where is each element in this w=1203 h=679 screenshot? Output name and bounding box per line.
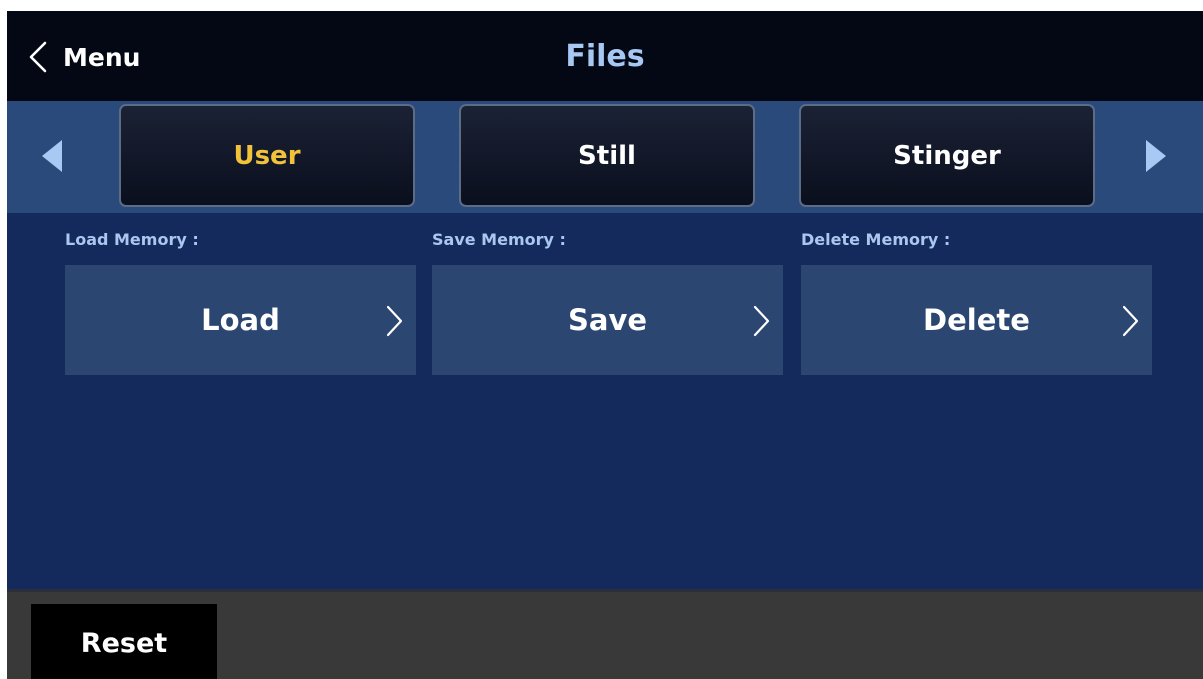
delete-button[interactable]: Delete [801,265,1152,375]
next-tab-button[interactable] [1134,134,1174,178]
delete-memory-label: Delete Memory : [801,230,951,249]
footer-bar: Reset [7,589,1203,679]
chevron-right-icon [1120,303,1140,339]
reset-button[interactable]: Reset [31,604,217,679]
chevron-right-icon [751,303,771,339]
tab-user[interactable]: User [119,104,415,207]
previous-tab-button[interactable] [32,134,72,178]
tab-still[interactable]: Still [459,104,755,207]
files-screen: Menu Files User Still Stinger Load Memor… [7,11,1203,679]
header-bar: Menu Files [7,11,1203,101]
load-button[interactable]: Load [65,265,416,375]
load-memory-label: Load Memory : [65,230,199,249]
triangle-left-icon [42,140,62,172]
tab-stinger[interactable]: Stinger [799,104,1095,207]
save-button[interactable]: Save [432,265,783,375]
save-button-label: Save [567,303,648,337]
triangle-right-icon [1146,140,1166,172]
save-memory-label: Save Memory : [432,230,566,249]
category-tab-bar: User Still Stinger [7,101,1203,213]
page-title: Files [565,39,645,74]
chevron-right-icon [384,303,404,339]
load-button-label: Load [201,303,280,337]
delete-button-label: Delete [923,303,1030,337]
